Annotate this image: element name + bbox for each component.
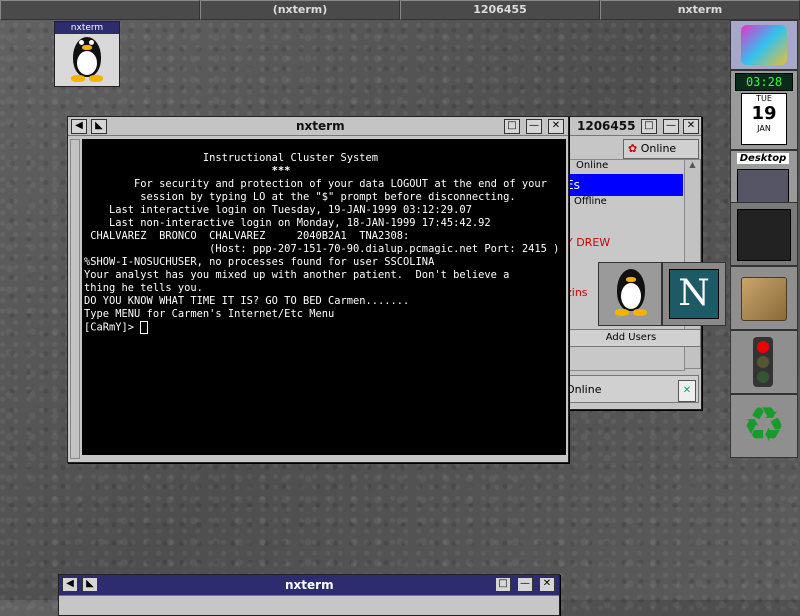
close-button[interactable]: ✕ [548,119,564,134]
tux-penguin-icon [69,37,105,83]
xeyes-applet-icon [741,25,787,65]
icq-titlebar[interactable]: 1206455 □ — ✕ [561,117,701,136]
terminal-line: Last non-interactive login on Monday, 18… [84,217,491,229]
iconify-button[interactable]: ◣ [82,577,98,592]
contact-item[interactable]: Y DREW [566,236,610,249]
recycle-icon: ♻ [742,397,786,453]
terminal-prompt: [CaRmY]> [84,321,141,334]
maximize-button[interactable]: □ [641,119,657,134]
close-button[interactable]: ✕ [539,577,555,592]
applet-launcher[interactable] [730,20,798,70]
iconify-button[interactable]: ◣ [91,119,107,134]
pager-desk-1[interactable] [0,0,200,20]
monitor-applet[interactable] [730,202,798,266]
terminal-line: Type MENU for Carmen's Internet/Etc Menu [84,308,335,320]
terminal-line: CHALVAREZ BRONCO CHALVAREZ 2040B2A1 TNA2… [84,230,410,242]
terminal-line: Your analyst has you mixed up with anoth… [84,269,510,281]
icq-status-label: Online [640,142,677,155]
bottom-terminal-title: nxterm [285,578,334,592]
clock-applet[interactable]: 03:28 TUE 19 JAN [730,70,798,150]
main-terminal-window: ◀ ◣ nxterm □ — ✕ Instructional Cluster S… [67,116,569,463]
add-users-button[interactable]: Add Users [561,329,701,347]
terminal-line: thing he tells you. [84,282,203,294]
bottom-terminal-titlebar[interactable]: ◀ ◣ nxterm □ — ✕ [59,575,559,596]
netscape-icon: N [669,269,719,319]
contact-label: zins [566,286,588,299]
scroll-up-arrow-icon[interactable]: ▲ [685,160,700,169]
icq-status-button[interactable]: ✿ Online [623,139,699,159]
bottom-terminal-window: ◀ ◣ nxterm □ — ✕ [58,574,560,616]
group-online-label: Online [576,160,609,171]
traffic-light-launcher[interactable] [730,330,798,394]
digital-clock: 03:28 [735,73,793,91]
main-terminal-title: nxterm [296,119,345,133]
terminal-line: For security and protection of your data… [84,178,547,190]
minimize-button[interactable]: — [526,119,542,134]
pager-desk-4[interactable]: nxterm [600,0,800,20]
minimize-button[interactable]: — [517,577,533,592]
contact-item[interactable]: zins [566,286,588,299]
terminal-line: session by typing LO at the "$" prompt b… [84,191,516,203]
recycle-launcher[interactable]: ♻ [730,394,798,458]
contact-label: Y DREW [566,236,611,249]
pager-desk-3[interactable]: 1206455 [400,0,600,20]
cpu-monitor-icon [737,209,791,261]
folders-icon [741,277,787,321]
window-menu-button[interactable]: ◀ [71,119,87,134]
iconified-terminal-title: nxterm [55,22,119,34]
close-button[interactable]: ✕ [683,119,699,134]
terminal-output[interactable]: Instructional Cluster System *** For sec… [82,139,566,455]
pager-bar: (nxterm) 1206455 nxterm [0,0,800,20]
icq-window-title: 1206455 [577,119,636,133]
terminal-line: Last interactive login on Tuesday, 19-JA… [84,204,472,216]
calendar-icon: TUE 19 JAN [741,93,787,145]
traffic-light-icon [753,337,773,387]
calendar-month: JAN [757,124,771,133]
maximize-button[interactable]: □ [495,577,511,592]
terminal-line: (Host: ppp-207-151-70-90.dialup.pcmagic.… [84,243,560,255]
terminal-line: Instructional Cluster System [84,152,379,164]
netscape-launcher[interactable]: N [662,262,726,326]
file-manager-launcher[interactable] [730,266,798,330]
add-users-label: Add Users [605,332,657,343]
minimize-button[interactable]: — [663,119,679,134]
contact-item[interactable]: Es [562,174,683,196]
window-menu-button[interactable]: ◀ [62,577,78,592]
terminal-scrollbar[interactable] [70,139,80,459]
terminal-line: %SHOW-I-NOSUCHUSER, no processes found f… [84,256,435,268]
group-offline-label: Offline [574,196,607,207]
flower-status-icon: ✿ [628,142,638,155]
tux-launcher[interactable] [598,262,662,326]
pager-desk-2[interactable]: (nxterm) [200,0,400,20]
main-terminal-titlebar[interactable]: ◀ ◣ nxterm □ — ✕ [68,117,568,136]
iconified-terminal[interactable]: nxterm [54,21,120,87]
desktop-label: Desktop [737,153,789,164]
wharf-dock: 03:28 TUE 19 JAN Desktop ♻ [730,20,798,458]
terminal-prompt-line: [CaRmY]> [84,321,566,335]
tux-penguin-icon [613,269,649,317]
swap-icon[interactable]: ✕ [678,380,696,402]
app-launcher-strip: N [598,262,728,326]
terminal-line: DO YOU KNOW WHAT TIME IT IS? GO TO BED C… [84,295,410,307]
icq-bottom-status-label: Online [566,383,602,396]
icq-bottom-status[interactable]: Online ✕ [561,375,699,403]
terminal-line: *** [84,165,291,177]
maximize-button[interactable]: □ [504,119,520,134]
cursor-icon [140,321,149,334]
calendar-date: 19 [751,103,777,124]
